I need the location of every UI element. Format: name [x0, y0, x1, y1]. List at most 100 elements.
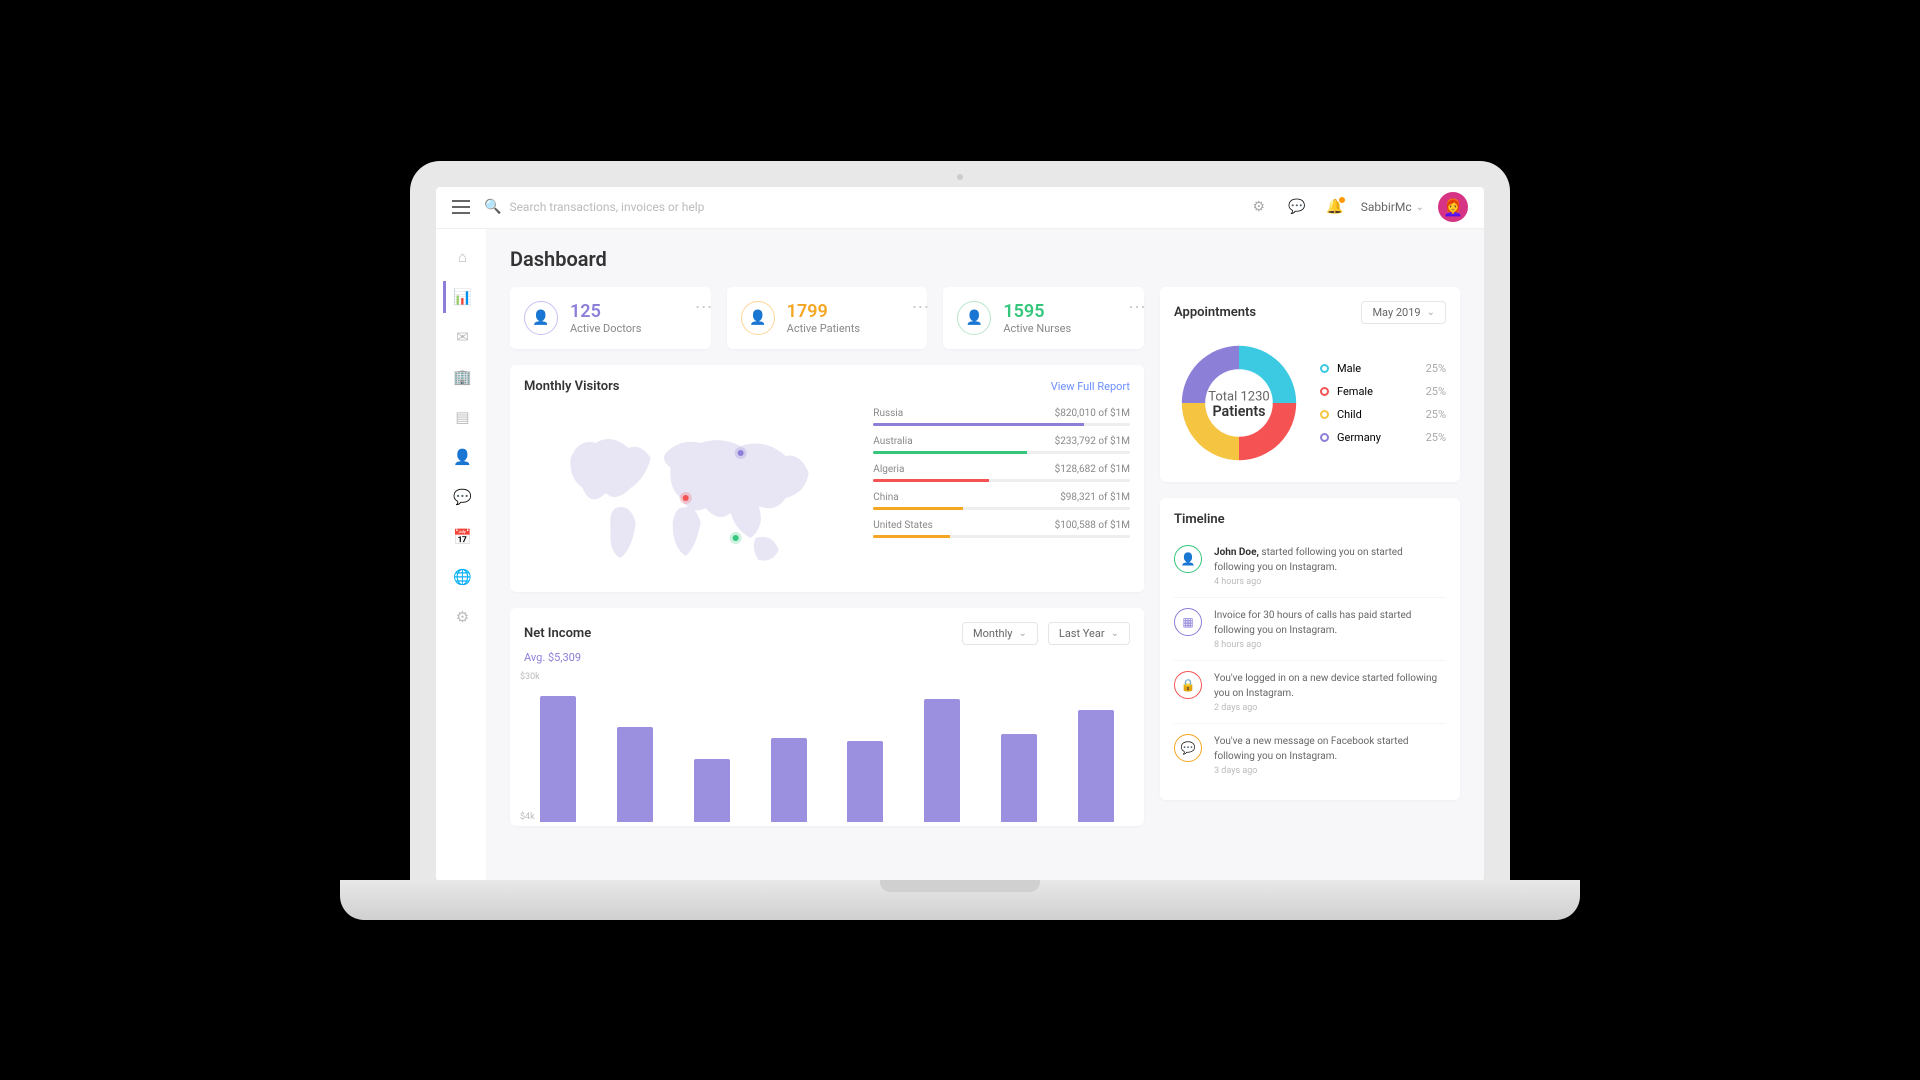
stat-icon: 👤	[957, 301, 991, 335]
compare-select[interactable]: Last Year ⌄	[1048, 622, 1130, 645]
legend-row: Child 25%	[1320, 408, 1446, 421]
legend-dot-icon	[1320, 387, 1329, 396]
visitor-amount: $98,321 of $1M	[1060, 492, 1130, 503]
nav-calendar[interactable]: 📅	[443, 521, 479, 553]
bar-column	[993, 734, 1046, 822]
nav-users[interactable]: 👤	[443, 441, 479, 473]
timeline-time: 3 days ago	[1214, 766, 1446, 776]
chat-icon[interactable]: 💬	[1285, 195, 1309, 219]
legend-label: Germany	[1337, 431, 1381, 444]
chevron-down-icon: ⌄	[1427, 307, 1435, 318]
appointments-card: Appointments May 2019 ⌄ Tot	[1160, 287, 1460, 482]
card-menu-icon[interactable]: ⋯	[911, 297, 927, 318]
compare-select-label: Last Year	[1059, 627, 1105, 640]
income-bar-chart: $30k $4k	[524, 672, 1130, 822]
net-income-card: Net Income Monthly ⌄ Last Year ⌄	[510, 608, 1144, 826]
visitor-row: China $98,321 of $1M	[873, 492, 1130, 510]
stat-card: 👤 125 Active Doctors ⋯	[510, 287, 711, 349]
bell-icon[interactable]: 🔔	[1323, 195, 1347, 219]
visitor-country: Australia	[873, 436, 912, 447]
stat-value: 125	[570, 301, 641, 322]
user-name-label: SabbirMc	[1361, 200, 1412, 214]
timeline-icon: 💬	[1174, 734, 1202, 762]
stat-icon: 👤	[524, 301, 558, 335]
nav-docs[interactable]: ▤	[443, 401, 479, 433]
timeline-text: John Doe, started following you on start…	[1214, 545, 1446, 575]
legend-row: Female 25%	[1320, 385, 1446, 398]
topbar: 🔍 ⚙ 💬 🔔 SabbirMc ⌄ 👩‍🦰	[436, 187, 1484, 229]
stat-value: 1799	[787, 301, 860, 322]
appointments-title: Appointments	[1174, 305, 1256, 320]
nav-settings[interactable]: ⚙	[443, 601, 479, 633]
period-select-label: Monthly	[973, 627, 1013, 640]
appointments-donut: Total 1230 Patients	[1174, 338, 1304, 468]
legend-label: Female	[1337, 385, 1373, 398]
visitor-country: Algeria	[873, 464, 904, 475]
timeline-time: 8 hours ago	[1214, 640, 1446, 650]
timeline-title: Timeline	[1174, 512, 1446, 527]
bar-column	[532, 696, 585, 822]
bar-column	[1069, 710, 1122, 822]
visitor-country: China	[873, 492, 898, 503]
legend-pct: 25%	[1426, 408, 1446, 421]
y-tick: $30k	[520, 672, 540, 682]
legend-row: Germany 25%	[1320, 431, 1446, 444]
visitor-row: Russia $820,010 of $1M	[873, 408, 1130, 426]
nav-analytics[interactable]: 📊	[443, 281, 479, 313]
visitor-country: Russia	[873, 408, 903, 419]
nav-chat[interactable]: 💬	[443, 481, 479, 513]
stat-card: 👤 1799 Active Patients ⋯	[727, 287, 928, 349]
legend-dot-icon	[1320, 410, 1329, 419]
stat-label: Active Doctors	[570, 322, 641, 335]
stat-value: 1595	[1003, 301, 1071, 322]
timeline-icon: ▦	[1174, 608, 1202, 636]
user-menu[interactable]: SabbirMc ⌄	[1361, 200, 1424, 214]
nav-org[interactable]: 🏢	[443, 361, 479, 393]
month-select-label: May 2019	[1372, 306, 1420, 319]
timeline-card: Timeline 👤 John Doe, started following y…	[1160, 498, 1460, 800]
visitors-title: Monthly Visitors	[524, 379, 620, 394]
y-tick: $4k	[520, 812, 540, 822]
globe-icon[interactable]: ⚙	[1247, 195, 1271, 219]
legend-pct: 25%	[1426, 385, 1446, 398]
timeline-time: 2 days ago	[1214, 703, 1446, 713]
nav-home[interactable]: ⌂	[443, 241, 479, 273]
month-select[interactable]: May 2019 ⌄	[1361, 301, 1446, 324]
income-title: Net Income	[524, 626, 591, 641]
donut-center-2: Patients	[1212, 404, 1265, 420]
visitor-amount: $820,010 of $1M	[1055, 408, 1130, 419]
visitor-row: United States $100,588 of $1M	[873, 520, 1130, 538]
legend-dot-icon	[1320, 433, 1329, 442]
hamburger-icon[interactable]	[452, 200, 470, 214]
stat-card: 👤 1595 Active Nurses ⋯	[943, 287, 1144, 349]
view-full-report-link[interactable]: View Full Report	[1051, 380, 1130, 393]
stat-label: Active Patients	[787, 322, 860, 335]
card-menu-icon[interactable]: ⋯	[695, 297, 711, 318]
card-menu-icon[interactable]: ⋯	[1128, 297, 1144, 318]
stat-label: Active Nurses	[1003, 322, 1071, 335]
bar-column	[916, 699, 969, 822]
legend-pct: 25%	[1426, 431, 1446, 444]
bar-column	[609, 727, 662, 822]
search-input[interactable]	[509, 200, 769, 214]
timeline-text: You've logged in on a new device started…	[1214, 671, 1446, 701]
timeline-text: You've a new message on Facebook started…	[1214, 734, 1446, 764]
timeline-item: 🔒 You've logged in on a new device start…	[1174, 661, 1446, 724]
period-select[interactable]: Monthly ⌄	[962, 622, 1038, 645]
avatar[interactable]: 👩‍🦰	[1438, 192, 1468, 222]
sidebar: ⌂ 📊 ✉ 🏢 ▤ 👤 💬 📅 🌐 ⚙	[436, 229, 486, 881]
timeline-icon: 🔒	[1174, 671, 1202, 699]
page-title: Dashboard	[510, 247, 1460, 271]
nav-mail[interactable]: ✉	[443, 321, 479, 353]
visitor-amount: $128,682 of $1M	[1055, 464, 1130, 475]
nav-web[interactable]: 🌐	[443, 561, 479, 593]
timeline-item: 👤 John Doe, started following you on sta…	[1174, 535, 1446, 598]
visitor-amount: $100,588 of $1M	[1055, 520, 1130, 531]
legend-label: Child	[1337, 408, 1362, 421]
search-icon: 🔍	[484, 199, 501, 215]
timeline-text: Invoice for 30 hours of calls has paid s…	[1214, 608, 1446, 638]
visitor-amount: $233,792 of $1M	[1055, 436, 1130, 447]
visitor-country: United States	[873, 520, 933, 531]
income-avg: Avg. $5,309	[524, 651, 1130, 664]
visitor-row: Algeria $128,682 of $1M	[873, 464, 1130, 482]
